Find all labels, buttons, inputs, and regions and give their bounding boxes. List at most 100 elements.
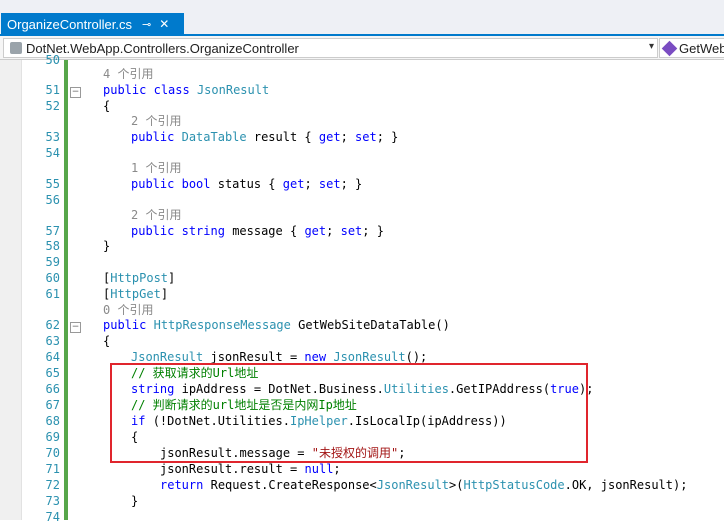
collapse-icon[interactable]: − bbox=[70, 87, 81, 98]
codelens-reference[interactable]: 2 个引用 bbox=[131, 208, 181, 223]
line-number: 51 bbox=[45, 83, 60, 97]
line-number: 73 bbox=[45, 494, 60, 508]
code-text: (); bbox=[405, 350, 428, 364]
document-tab-strip: OrganizeController.cs ⊸ ✕ bbox=[0, 12, 724, 36]
line-number: 65 bbox=[45, 366, 60, 380]
codelens-text: 4 个引用 bbox=[103, 67, 154, 81]
code-text: >( bbox=[449, 478, 464, 492]
member-dropdown[interactable]: GetWeb bbox=[659, 38, 724, 58]
method-icon bbox=[661, 40, 678, 56]
brace: } bbox=[391, 130, 399, 144]
indicator-margin[interactable] bbox=[0, 60, 22, 520]
line-number: 70 bbox=[45, 446, 60, 460]
type-dropdown[interactable]: DotNet.WebApp.Controllers.OrganizeContro… bbox=[3, 38, 658, 58]
code-text: GetWebSiteDataTable() bbox=[298, 318, 450, 332]
code-line: } bbox=[131, 494, 138, 509]
line-number: 61 bbox=[45, 287, 60, 301]
keyword: public bbox=[131, 130, 175, 144]
line-number: 74 bbox=[45, 510, 60, 524]
class-icon bbox=[10, 42, 22, 54]
type-dropdown-label: DotNet.WebApp.Controllers.OrganizeContro… bbox=[26, 40, 299, 56]
keyword: new bbox=[304, 350, 327, 364]
code-line: { bbox=[103, 334, 110, 349]
keyword: public bbox=[131, 224, 175, 238]
code-text: status { bbox=[217, 177, 276, 191]
keyword: set bbox=[318, 177, 341, 191]
code-text: jsonResult = bbox=[210, 350, 298, 364]
code-line: return Request.CreateResponse<JsonResult… bbox=[160, 478, 687, 493]
code-line: { bbox=[103, 99, 110, 114]
type-name: JsonResult bbox=[376, 478, 450, 492]
collapse-icon[interactable]: − bbox=[70, 322, 81, 333]
line-number: 54 bbox=[45, 146, 60, 160]
code-line: public string message { get; set; } bbox=[131, 224, 384, 238]
type-name: DataTable bbox=[181, 130, 247, 144]
pin-icon[interactable]: ⊸ bbox=[142, 18, 151, 31]
attribute: HttpGet bbox=[110, 287, 161, 301]
line-number: 67 bbox=[45, 398, 60, 412]
keyword: get bbox=[304, 224, 327, 238]
line-number: 59 bbox=[45, 255, 60, 269]
keyword: null bbox=[304, 462, 334, 476]
code-line: [HttpGet] bbox=[103, 287, 169, 301]
code-text: ; bbox=[333, 462, 341, 476]
keyword: class bbox=[153, 83, 190, 97]
line-number: 52 bbox=[45, 99, 60, 113]
keyword: set bbox=[355, 130, 377, 144]
keyword: string bbox=[181, 224, 225, 238]
keyword: get bbox=[318, 130, 341, 144]
type-name: HttpStatusCode bbox=[463, 478, 565, 492]
code-text: jsonResult.result = bbox=[160, 462, 298, 476]
type-name: JsonResult bbox=[196, 83, 270, 97]
brace: { bbox=[103, 99, 111, 113]
line-number: 66 bbox=[45, 382, 60, 396]
line-number: 71 bbox=[45, 462, 60, 476]
line-number: 57 bbox=[45, 224, 60, 238]
brace: { bbox=[103, 334, 111, 348]
line-number: 53 bbox=[45, 130, 60, 144]
keyword: public bbox=[103, 318, 147, 332]
codelens-text: 2 个引用 bbox=[131, 114, 182, 128]
line-number: 55 bbox=[45, 177, 60, 191]
tab-organizecontroller[interactable]: OrganizeController.cs ⊸ ✕ bbox=[1, 13, 184, 35]
keyword: return bbox=[160, 478, 204, 492]
codelens-reference[interactable]: 1 个引用 bbox=[131, 161, 181, 176]
brace: } bbox=[355, 177, 363, 191]
brace: } bbox=[103, 239, 111, 253]
attribute: HttpPost bbox=[110, 271, 169, 285]
codelens-text: 0 个引用 bbox=[103, 303, 154, 317]
tab-title: OrganizeController.cs bbox=[7, 16, 132, 32]
brace: } bbox=[376, 224, 384, 238]
keyword: set bbox=[340, 224, 363, 238]
line-number: 60 bbox=[45, 271, 60, 285]
codelens-reference[interactable]: 0 个引用 bbox=[103, 303, 153, 318]
code-line: public HttpResponseMessage GetWebSiteDat… bbox=[103, 318, 450, 333]
navigation-bar: DotNet.WebApp.Controllers.OrganizeContro… bbox=[0, 36, 724, 60]
close-icon[interactable]: ✕ bbox=[159, 17, 169, 31]
keyword: public bbox=[103, 83, 147, 97]
code-line: public class JsonResult bbox=[103, 83, 269, 98]
code-line: public DataTable result { get; set; } bbox=[131, 130, 399, 144]
line-number: 56 bbox=[45, 193, 60, 207]
type-name: JsonResult bbox=[333, 350, 406, 364]
member-dropdown-label: GetWeb bbox=[679, 40, 724, 56]
keyword: bool bbox=[181, 177, 211, 191]
type-name: HttpResponseMessage bbox=[153, 318, 291, 332]
line-number: 63 bbox=[45, 334, 60, 348]
code-text: result { bbox=[253, 130, 312, 144]
code-text: Request.CreateResponse< bbox=[210, 478, 377, 492]
codelens-reference[interactable]: 4 个引用 bbox=[103, 67, 153, 82]
line-number: 69 bbox=[45, 430, 60, 444]
line-number: 50 bbox=[45, 53, 60, 67]
codelens-reference[interactable]: 2 个引用 bbox=[131, 114, 181, 129]
line-number: 68 bbox=[45, 414, 60, 428]
chevron-down-icon[interactable]: ▾ bbox=[649, 41, 654, 52]
line-number: 64 bbox=[45, 350, 60, 364]
code-line: } bbox=[103, 239, 110, 254]
line-number: 62 bbox=[45, 318, 60, 332]
keyword: get bbox=[282, 177, 305, 191]
code-text: message { bbox=[232, 224, 298, 238]
code-line: jsonResult.result = null; bbox=[160, 462, 341, 477]
type-name: JsonResult bbox=[131, 350, 204, 364]
brace: } bbox=[131, 494, 139, 508]
